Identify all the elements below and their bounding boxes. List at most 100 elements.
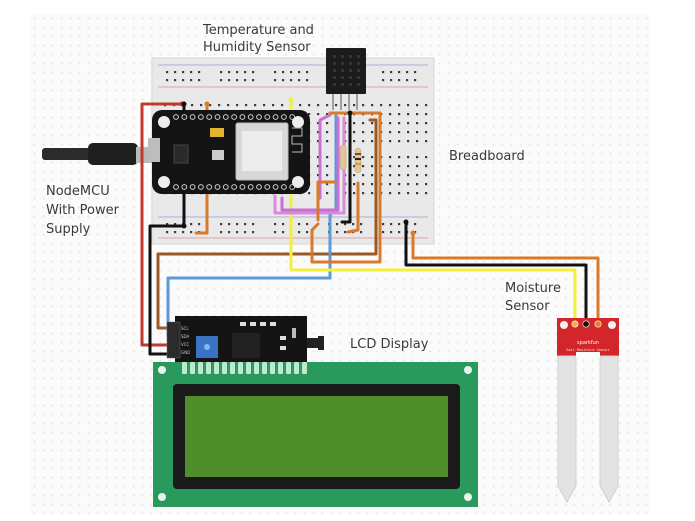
nodemcu-board <box>148 110 310 194</box>
breadboard-hole <box>398 113 401 116</box>
label-nodemcu-line-2: With Power <box>46 203 119 218</box>
breadboard-hole <box>398 165 401 168</box>
dht-vent <box>349 83 352 86</box>
breadboard-hole <box>407 192 410 195</box>
dht-vent <box>341 62 344 65</box>
breadboard-hole <box>389 183 392 186</box>
dht-vent <box>333 76 336 79</box>
breadboard-hole <box>236 223 239 226</box>
breadboard-hole <box>416 131 419 134</box>
lcd-pin <box>238 362 243 374</box>
breadboard-hole <box>298 231 301 234</box>
breadboard-hole <box>362 156 365 159</box>
label-temp-line-1: Temperature and <box>203 23 314 38</box>
breadboard-hole <box>407 165 410 168</box>
sensor-brand: sparkfun <box>577 340 599 346</box>
breadboard-hole <box>236 231 239 234</box>
breadboard-hole <box>406 71 409 74</box>
breadboard-hole <box>274 223 277 226</box>
breadboard-hole <box>298 223 301 226</box>
breadboard-hole <box>407 131 410 134</box>
breadboard-hole <box>389 122 392 125</box>
dht-vent <box>333 83 336 86</box>
dht-vent <box>357 55 360 58</box>
breadboard-hole <box>371 192 374 195</box>
breadboard-hole <box>416 122 419 125</box>
breadboard-hole <box>336 223 339 226</box>
breadboard-hole <box>326 156 329 159</box>
moisture-sensor: sparkfun Soil Moisture Sensor <box>557 318 619 504</box>
wiring-diagram: SCL SDA VCC GND sparkfun Soil Moisture S… <box>42 48 619 507</box>
breadboard-hole <box>306 231 309 234</box>
breadboard-hole <box>335 104 338 107</box>
breadboard-hole <box>298 71 301 74</box>
breadboard-hole <box>416 156 419 159</box>
label-lcd-display: LCD Display <box>350 337 429 352</box>
breadboard-hole <box>228 223 231 226</box>
breadboard-hole <box>371 122 374 125</box>
lcd-pin <box>270 362 275 374</box>
breadboard-hole <box>371 174 374 177</box>
breadboard-hole <box>282 79 285 82</box>
breadboard-hole <box>362 122 365 125</box>
breadboard-hole <box>407 104 410 107</box>
breadboard-hole <box>281 104 284 107</box>
breadboard-hole <box>416 165 419 168</box>
breadboard-hole <box>326 122 329 125</box>
breadboard-hole <box>299 104 302 107</box>
breadboard-hole <box>360 223 363 226</box>
breadboard-hole <box>371 131 374 134</box>
dht-vent <box>341 76 344 79</box>
breadboard-hole <box>228 71 231 74</box>
breadboard-hole <box>282 71 285 74</box>
breadboard-hole <box>362 174 365 177</box>
lcd-pin <box>230 362 235 374</box>
breadboard-hole <box>228 231 231 234</box>
breadboard-hole <box>198 223 201 226</box>
lcd-pin <box>278 362 283 374</box>
breadboard-hole <box>425 156 428 159</box>
breadboard-hole <box>407 113 410 116</box>
breadboard-hole <box>425 183 428 186</box>
breadboard-hole <box>371 183 374 186</box>
breadboard-hole <box>290 71 293 74</box>
dht-vent <box>333 62 336 65</box>
breadboard-hole <box>407 183 410 186</box>
breadboard-hole <box>398 131 401 134</box>
breadboard-hole <box>317 104 320 107</box>
breadboard-hole <box>389 104 392 107</box>
breadboard-hole <box>306 71 309 74</box>
breadboard-hole <box>398 231 401 234</box>
breadboard-hole <box>326 165 329 168</box>
breadboard-hole <box>425 174 428 177</box>
breadboard-hole <box>390 231 393 234</box>
breadboard-hole <box>298 79 301 82</box>
lcd-pin <box>294 362 299 374</box>
dht-vent <box>357 83 360 86</box>
breadboard-hole <box>371 140 374 143</box>
breadboard-hole <box>236 79 239 82</box>
breadboard-hole <box>382 71 385 74</box>
breadboard-hole <box>190 71 193 74</box>
label-nodemcu: NodeMCU With Power Supply <box>46 182 119 239</box>
breadboard-hole <box>227 104 230 107</box>
label-moisture-line-1: Moisture <box>505 281 561 296</box>
breadboard-hole <box>274 71 277 74</box>
breadboard-hole <box>198 79 201 82</box>
breadboard-hole <box>416 104 419 107</box>
breadboard-hole <box>245 104 248 107</box>
breadboard-hole <box>407 174 410 177</box>
breadboard-hole <box>382 231 385 234</box>
dht-vent <box>349 55 352 58</box>
breadboard-hole <box>371 165 374 168</box>
lcd-screen <box>185 396 448 477</box>
breadboard-hole <box>398 122 401 125</box>
breadboard-hole <box>306 79 309 82</box>
breadboard-hole <box>274 231 277 234</box>
breadboard-hole <box>371 104 374 107</box>
dht-vent <box>357 76 360 79</box>
breadboard-hole <box>389 165 392 168</box>
breadboard-hole <box>398 223 401 226</box>
breadboard-hole <box>353 183 356 186</box>
breadboard-hole <box>390 223 393 226</box>
